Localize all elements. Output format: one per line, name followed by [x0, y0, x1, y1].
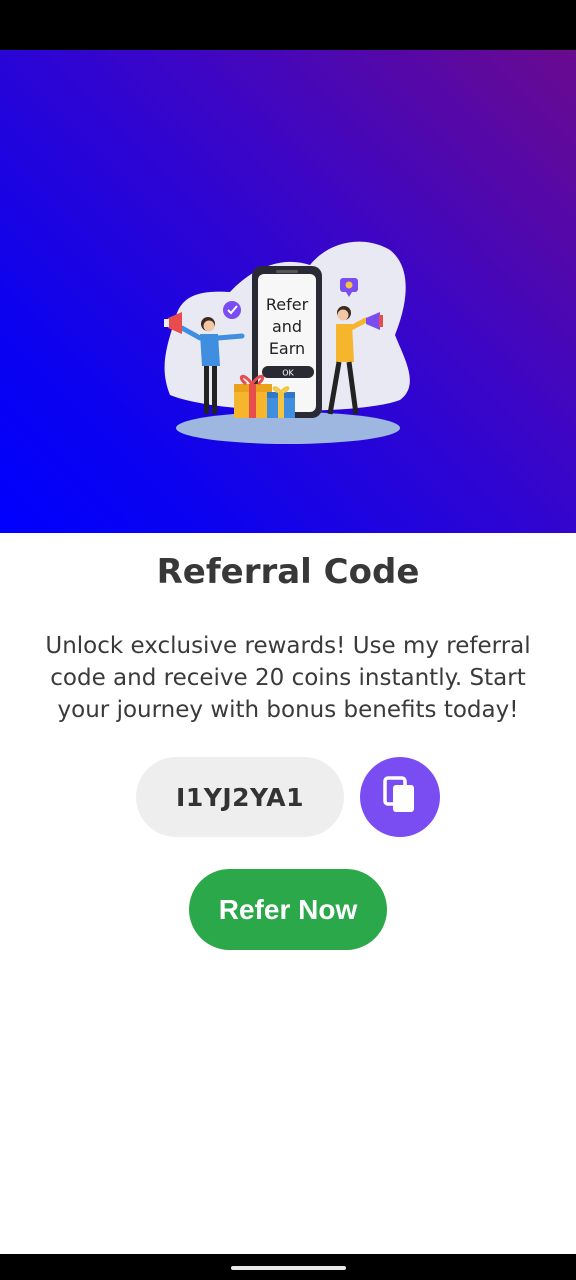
home-indicator[interactable] — [231, 1266, 346, 1270]
refer-and-earn-illustration: Refer and Earn OK — [164, 241, 410, 444]
copy-icon — [383, 776, 417, 818]
phone-ok-button: OK — [282, 369, 294, 378]
page-title: Referral Code — [156, 552, 420, 592]
hero-banner: Refer and Earn OK — [0, 50, 576, 533]
copy-code-button[interactable] — [360, 757, 440, 837]
phone-text-earn: Earn — [269, 339, 305, 358]
phone-text-refer: Refer — [266, 295, 309, 314]
status-bar — [0, 0, 576, 50]
referral-code-text: I1YJ2YA1 — [176, 782, 304, 812]
referral-code-display: I1YJ2YA1 — [136, 757, 344, 837]
navigation-bar — [0, 1254, 576, 1280]
phone-text-and: and — [272, 317, 302, 336]
refer-now-button[interactable]: Refer Now — [189, 869, 387, 950]
referral-description: Unlock exclusive rewards! Use my referra… — [45, 633, 531, 723]
